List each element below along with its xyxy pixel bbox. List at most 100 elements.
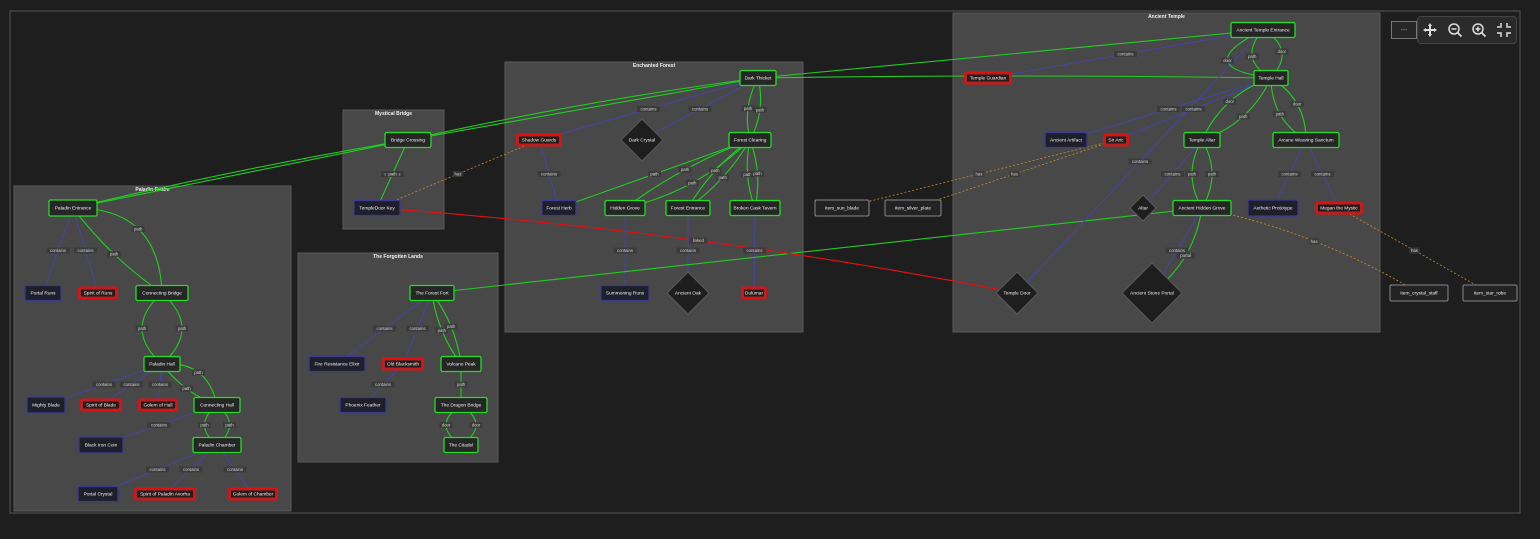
edge-label: contains xyxy=(743,247,766,254)
node-label: Sir Aric xyxy=(1108,138,1124,144)
node-label: item_crystal_staff xyxy=(1400,291,1438,297)
edge-label: path xyxy=(223,422,236,428)
node-ancient-artifact[interactable]: Ancient Artifact xyxy=(1044,131,1088,149)
node-label: Spirit of Blade xyxy=(86,403,116,409)
node-mighty-blade[interactable]: Mighty Blade xyxy=(26,396,66,414)
edge-label: linked xyxy=(689,237,708,244)
svg-text:contains: contains xyxy=(692,107,708,112)
node-dragon-bridge[interactable]: The Dragon Bridge xyxy=(434,396,488,414)
svg-text:contains: contains xyxy=(1164,172,1180,177)
edge-label: path xyxy=(1245,53,1259,60)
node-summoning-runs[interactable]: Summoning Runs xyxy=(600,284,650,302)
svg-text:contains: contains xyxy=(376,326,392,331)
node-ancient-hidden-grove[interactable]: Ancient Hidden Grove xyxy=(1172,199,1232,217)
node-golem-of-chamber[interactable]: Golem of Chamber xyxy=(228,487,278,501)
node-aethetic-prototype[interactable]: Aethetic Prototype xyxy=(1247,199,1299,217)
node-forest-entrance[interactable]: Forest Entrance xyxy=(665,199,711,217)
edge-label: contains xyxy=(223,466,247,473)
edge-label: path xyxy=(454,381,468,388)
node-temple-hall[interactable]: Temple Hall xyxy=(1253,69,1289,87)
svg-text:door: door xyxy=(472,423,481,428)
node-item-star-robe[interactable]: item_star_robe xyxy=(1462,284,1518,302)
node-forest-herb[interactable]: Forest Herb xyxy=(541,199,577,217)
svg-text:door: door xyxy=(1223,58,1232,63)
node-dark-thicket[interactable]: Dark Thicket xyxy=(739,69,777,87)
node-temple-door-key[interactable]: TempleDoor Key xyxy=(353,199,401,217)
pan-icon[interactable] xyxy=(1420,20,1440,40)
node-broken-cask-tavern[interactable]: Broken Cask Tavern xyxy=(729,199,781,217)
node-the-citadel[interactable]: The Citadel xyxy=(443,436,479,454)
node-connecting-bridge[interactable]: Connecting Bridge xyxy=(135,284,189,302)
node-megan-the-mystic[interactable]: Megan the Mystic xyxy=(1315,201,1363,215)
node-arcane-weaving-sanctum[interactable]: Arcane Weaving Sanctum xyxy=(1272,131,1340,149)
node-black-iron-coin[interactable]: Black Iron Coin xyxy=(78,436,124,454)
fit-screen-icon[interactable] xyxy=(1494,20,1514,40)
edge-label: has xyxy=(452,171,464,177)
svg-text:contains: contains xyxy=(77,248,93,253)
node-connecting-hall[interactable]: Connecting Hall xyxy=(193,396,241,414)
node-spirit-paladin-avorha[interactable]: Spirit of Paladin Avorha xyxy=(134,487,196,501)
node-item-sun-blade[interactable]: item_sun_blade xyxy=(814,199,870,217)
graph-canvas[interactable]: Paladin Realm Mystical Bridge The Forgotte… xyxy=(0,0,1540,539)
node-label: Spirit of Paladin Avorha xyxy=(140,492,190,498)
node-label: TempleDoor Key xyxy=(359,206,395,212)
svg-text:contains: contains xyxy=(227,467,243,472)
node-forest-clearing[interactable]: Forest Clearing xyxy=(728,131,772,149)
zoom-out-icon[interactable] xyxy=(1445,20,1465,40)
node-label: Forest Entrance xyxy=(671,206,705,212)
node-forest-fort[interactable]: The Forest Fort xyxy=(409,284,455,302)
node-phoenix-feather[interactable]: Phoenix Feather xyxy=(339,396,387,414)
node-old-blacksmith[interactable]: Old Blacksmith xyxy=(382,357,424,371)
node-label: Hidden Grove xyxy=(610,206,640,212)
node-item-crystal-staff[interactable]: item_crystal_staff xyxy=(1389,284,1449,302)
node-dulumar[interactable]: Dulumar xyxy=(741,286,767,300)
edge-label: path xyxy=(753,106,767,113)
node-temple-guardian[interactable]: Temple Guardian xyxy=(964,71,1012,85)
edge-label: contains xyxy=(371,381,395,388)
node-item-silver-plate[interactable]: item_silver_plate xyxy=(884,199,942,217)
node-label: Portal Runs xyxy=(30,291,56,297)
node-portal-crystal[interactable]: Portal Crystal xyxy=(77,485,119,503)
node-fire-resistance-elixir[interactable]: Fire Resistance Elixir xyxy=(308,355,366,373)
svg-text:contains: contains xyxy=(183,467,199,472)
node-label: Temple Hall xyxy=(1258,76,1283,82)
minimap-toggle[interactable]: --- xyxy=(1391,21,1417,39)
edge-label: contains xyxy=(1311,171,1334,177)
node-paladin-chamber[interactable]: Paladin Chamber xyxy=(192,436,242,454)
node-hidden-grove[interactable]: Hidden Grove xyxy=(604,199,646,217)
edge-label: contains xyxy=(1128,158,1152,165)
node-portal-runs[interactable]: Portal Runs xyxy=(24,284,62,302)
node-paladin-entrance[interactable]: Paladin Entrance xyxy=(48,199,98,217)
svg-text:has: has xyxy=(976,172,983,177)
svg-text:path: path xyxy=(225,423,234,428)
node-label: Connecting Bridge xyxy=(142,291,182,297)
node-label: Old Blacksmith xyxy=(387,362,419,368)
zoom-in-icon[interactable] xyxy=(1469,20,1489,40)
node-golem-of-hall[interactable]: Golem of Hall xyxy=(138,398,178,412)
node-shadow-guards[interactable]: Shadow Guards xyxy=(516,133,562,147)
edge-label: path xyxy=(1273,110,1287,117)
edge-label: door xyxy=(469,422,483,428)
node-label: Dark Thicket xyxy=(745,76,773,82)
node-label: Volcano Peak xyxy=(446,362,476,368)
edge-label: path xyxy=(1205,171,1219,177)
node-ancient-temple-entrance[interactable]: Ancient Temple Entrance xyxy=(1230,21,1296,39)
edge-label: contains xyxy=(637,106,660,112)
edge-label: path xyxy=(750,170,764,177)
svg-text:has: has xyxy=(1311,239,1318,244)
node-bridge-crossing[interactable]: Bridge Crossing xyxy=(384,131,432,149)
svg-text:has: has xyxy=(455,172,462,177)
group-paladin[interactable]: Paladin Realm xyxy=(13,185,292,512)
svg-text:path: path xyxy=(447,324,456,329)
node-volcano-peak[interactable]: Volcano Peak xyxy=(440,355,482,373)
node-spirit-of-blade[interactable]: Spirit of Blade xyxy=(80,398,122,412)
group-title: Enchanted Forest xyxy=(633,63,676,69)
svg-text:path: path xyxy=(134,226,143,231)
node-paladin-hall[interactable]: Paladin Hall xyxy=(143,355,181,373)
svg-text:contains: contains xyxy=(152,382,168,387)
node-spirit-of-runs[interactable]: Spirit of Runs xyxy=(78,286,118,300)
node-label: Temple Door xyxy=(1003,291,1031,297)
node-sir-aric[interactable]: Sir Aric xyxy=(1103,133,1129,147)
node-temple-altar[interactable]: Temple Altar xyxy=(1183,131,1221,149)
node-label: Portal Crystal xyxy=(84,492,113,498)
